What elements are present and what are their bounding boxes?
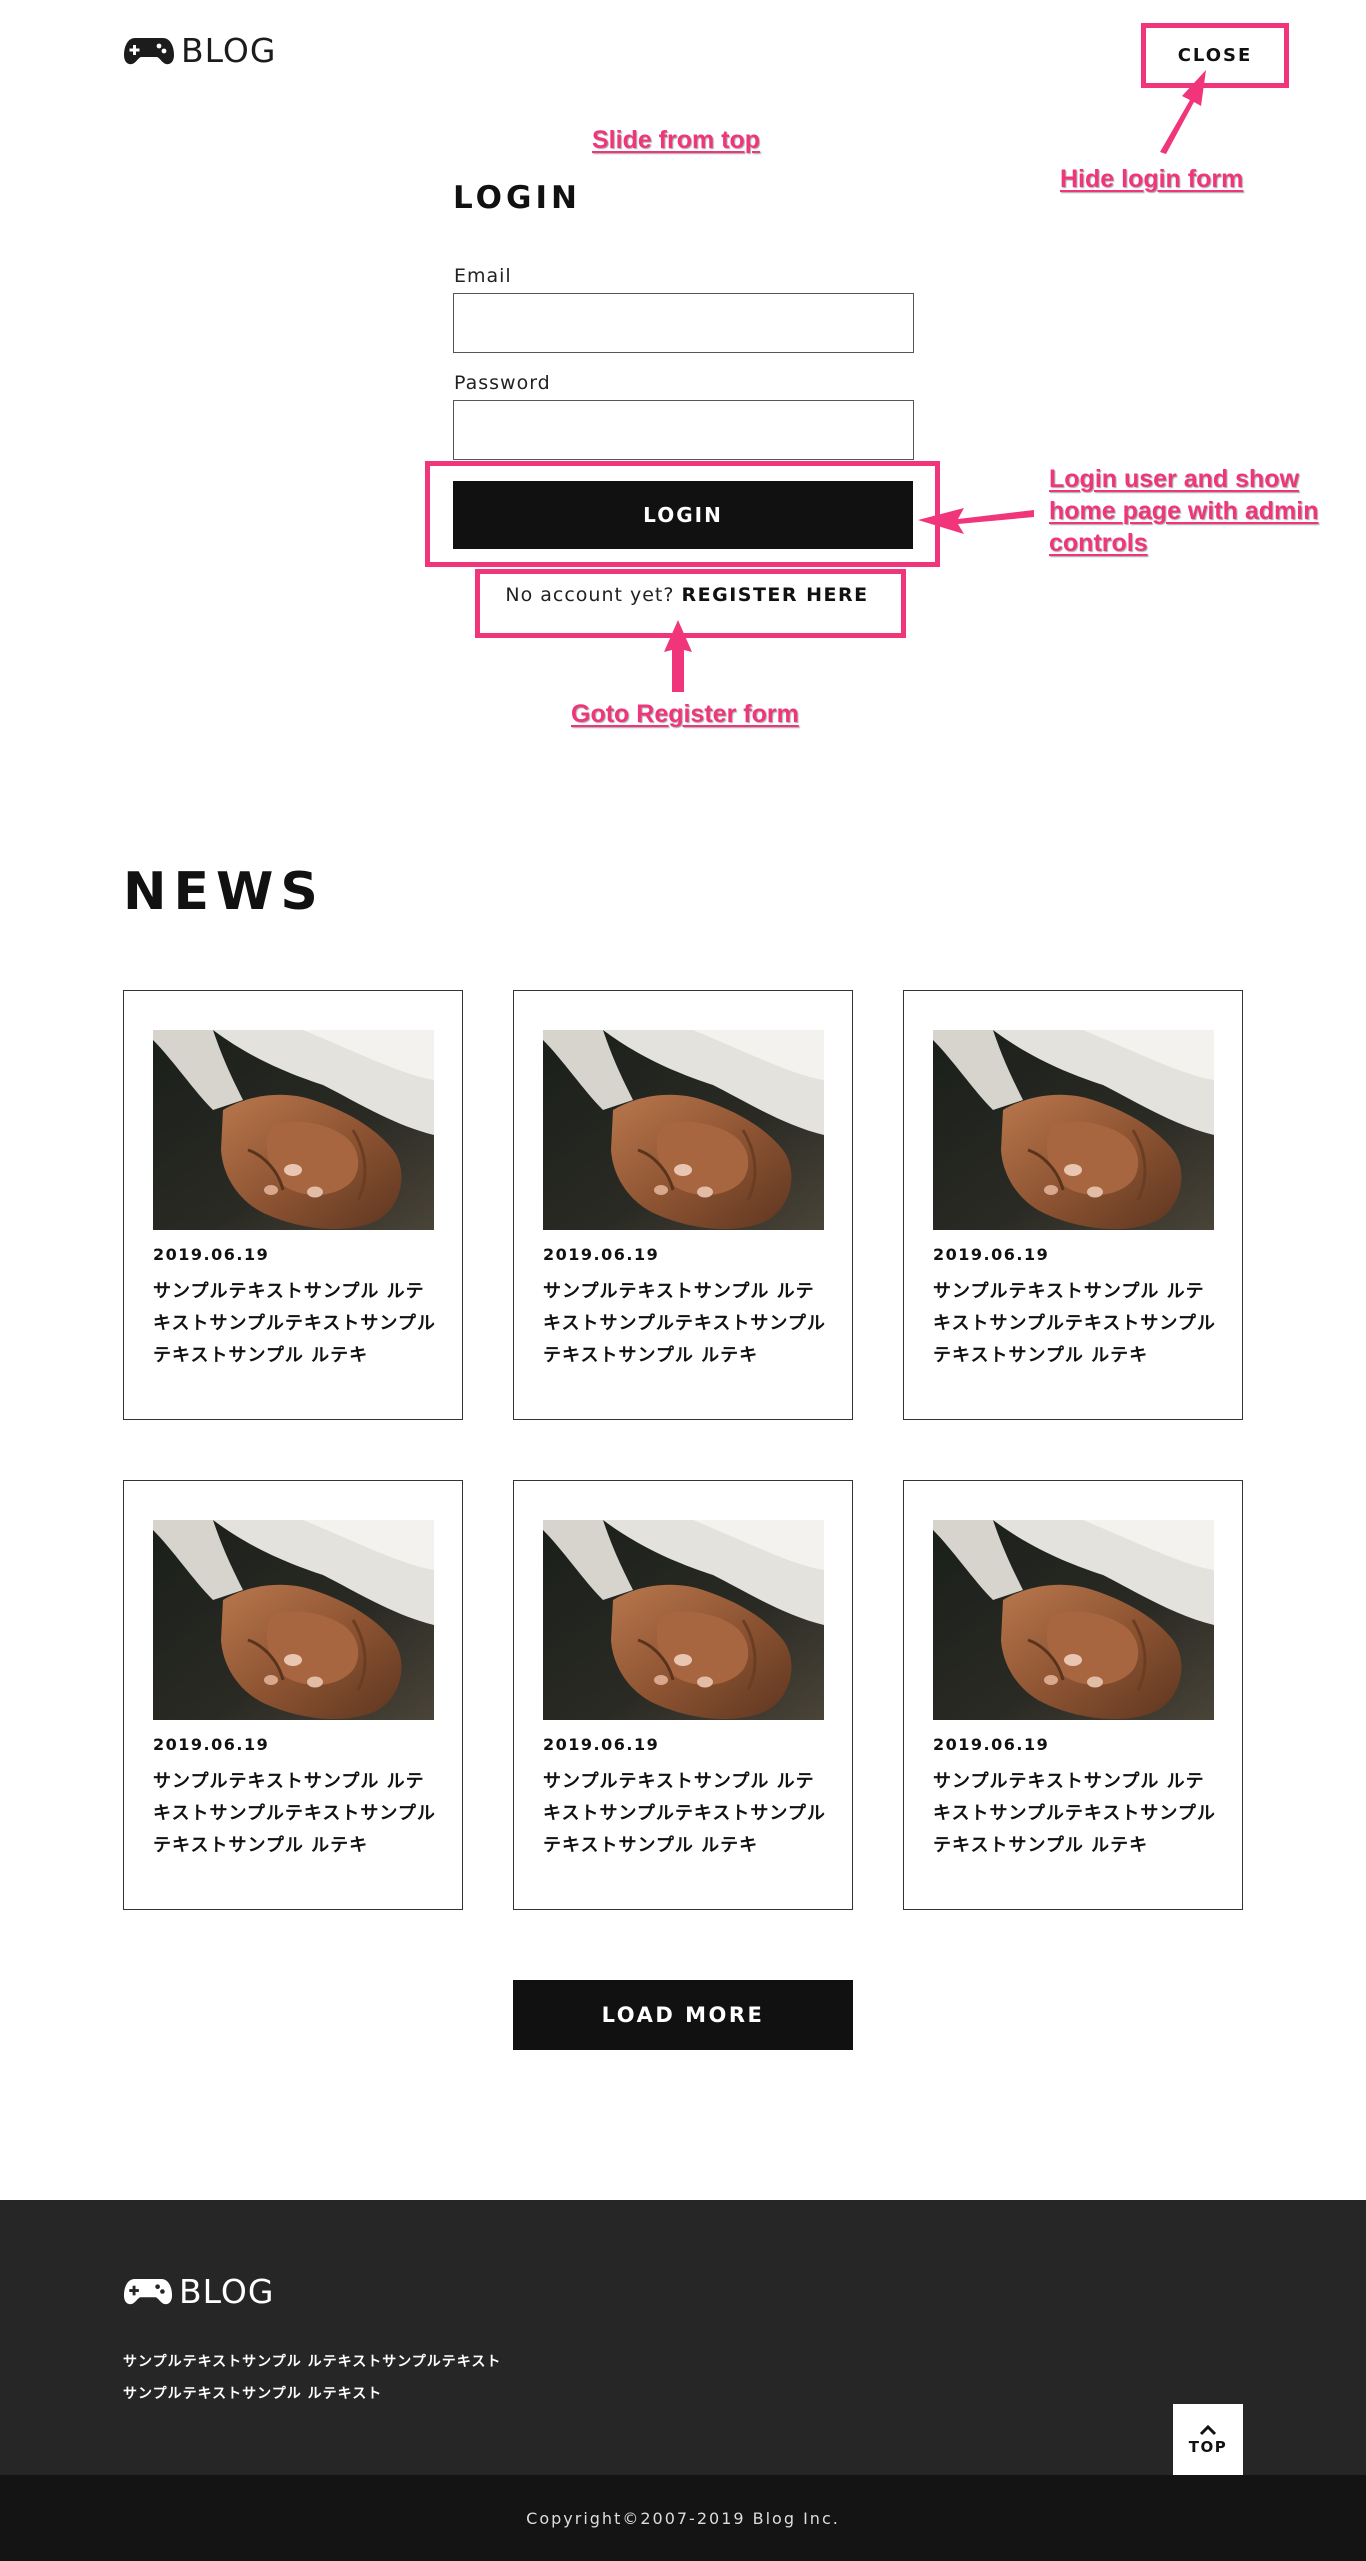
news-card-excerpt: サンプルテキストサンプル ルテキストサンプルテキストサンプルテキストサンプル ル… [153,1281,436,1366]
news-card-excerpt: サンプルテキストサンプル ルテキストサンプルテキストサンプルテキストサンプル ル… [933,1771,1216,1856]
back-to-top-button[interactable]: TOP [1173,2404,1243,2475]
news-card-date: 2019.06.19 [543,1735,660,1754]
arrow-to-close [1160,70,1206,154]
email-label: Email [454,265,512,287]
login-title: LOGIN [453,180,581,216]
register-link[interactable]: REGISTER HERE [681,584,868,606]
news-card-image [543,1520,824,1720]
news-card-excerpt: サンプルテキストサンプル ルテキストサンプルテキストサンプルテキストサンプル ル… [543,1281,826,1366]
copyright-text: Copyright©2007-2019 Blog Inc. [526,2508,840,2528]
gamepad-icon [123,2277,173,2306]
register-prompt: No account yet? REGISTER HERE [476,584,898,606]
password-label: Password [454,372,551,394]
copyright-bar: Copyright©2007-2019 Blog Inc. [0,2475,1366,2561]
news-card-date: 2019.06.19 [933,1245,1050,1264]
footer [0,2200,1366,2475]
news-card[interactable]: 2019.06.19 サンプルテキストサンプル ルテキストサンプルテキストサンプ… [123,1480,463,1910]
news-card[interactable]: 2019.06.19 サンプルテキストサンプル ルテキストサンプルテキストサンプ… [513,1480,853,1910]
no-account-text: No account yet? [505,584,675,606]
email-field[interactable] [453,293,914,353]
password-field[interactable] [453,400,914,460]
news-card-image [933,1520,1214,1720]
news-card-excerpt: サンプルテキストサンプル ルテキストサンプルテキストサンプルテキストサンプル ル… [543,1771,826,1856]
annotation-arrows [664,70,1206,692]
news-card-date: 2019.06.19 [543,1245,660,1264]
chevron-up-icon [1199,2424,1217,2435]
news-card-image [933,1030,1214,1230]
footer-text-line-1: サンプルテキストサンプル ルテキストサンプルテキスト [123,2354,502,2370]
news-card-date: 2019.06.19 [153,1735,270,1754]
news-heading: NEWS [123,862,325,922]
footer-text-line-2: サンプルテキストサンプル ルテキスト [123,2386,383,2402]
footer-logo[interactable]: BLOG [123,2275,274,2308]
news-card-image [543,1030,824,1230]
news-card-date: 2019.06.19 [153,1245,270,1264]
news-card[interactable]: 2019.06.19 サンプルテキストサンプル ルテキストサンプルテキストサンプ… [903,1480,1243,1910]
footer-logo-text: BLOG [179,2272,275,2311]
news-card-image [153,1520,434,1720]
news-card-date: 2019.06.19 [933,1735,1050,1754]
news-card[interactable]: 2019.06.19 サンプルテキストサンプル ルテキストサンプルテキストサンプ… [123,990,463,1420]
news-card-image [153,1030,434,1230]
news-card[interactable]: 2019.06.19 サンプルテキストサンプル ルテキストサンプルテキストサンプ… [513,990,853,1420]
load-more-button[interactable]: LOAD MORE [513,1980,853,2050]
news-card[interactable]: 2019.06.19 サンプルテキストサンプル ルテキストサンプルテキストサンプ… [903,990,1243,1420]
login-button[interactable]: LOGIN [453,481,913,549]
back-to-top-label: TOP [1188,2437,1228,2456]
news-card-excerpt: サンプルテキストサンプル ルテキストサンプルテキストサンプルテキストサンプル ル… [933,1281,1216,1366]
news-card-excerpt: サンプルテキストサンプル ルテキストサンプルテキストサンプルテキストサンプル ル… [153,1771,436,1856]
